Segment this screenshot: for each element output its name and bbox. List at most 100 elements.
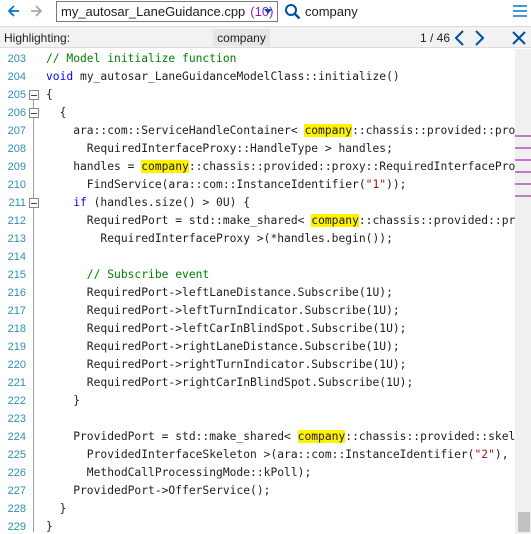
code-text: RequiredInterfaceProxy::HandleType > han… [46,142,393,155]
scrollbar-thumb[interactable] [518,512,530,532]
line-number: 205 [7,89,26,101]
code-text: RequiredPort->rightLaneDistance.Subscrib… [46,340,400,353]
code-text: } [46,520,53,533]
code-line: 213 RequiredInterfaceProxy >(*handles.be… [0,230,515,248]
line-number: 223 [7,413,26,425]
line-number: 208 [7,143,26,155]
arrow-right-icon [31,5,43,17]
line-number: 207 [7,125,26,137]
line-number: 219 [7,341,26,353]
code-line: 220 RequiredPort->rightTurnIndicator.Sub… [0,356,515,374]
line-number: 225 [7,449,26,461]
code-line: 229} [0,518,515,534]
code-text: } [46,502,67,515]
vertical-scrollbar[interactable] [515,49,531,534]
line-number: 217 [7,305,26,317]
line-number: 203 [7,53,26,65]
highlighting-label: Highlighting: [4,31,71,45]
code-text: RequiredPort = std::make_shared< company… [46,214,515,227]
code-line: 209 handles = company::chassis::provided… [0,158,515,176]
line-number: 222 [7,395,26,407]
code-text: RequiredPort->leftLaneDistance.Subscribe… [46,286,393,299]
match-marker [515,195,531,197]
match-marker [515,183,531,185]
code-line: 207 ara::com::ServiceHandleContainer< co… [0,122,515,140]
code-line: 225 ProvidedInterfaceSkeleton >(ara::com… [0,446,515,464]
line-number: 206 [7,107,26,119]
code-line: 227 ProvidedPort->OfferService(); [0,482,515,500]
code-text: RequiredPort->leftCarInBlindSpot.Subscri… [46,322,407,335]
line-number: 218 [7,323,26,335]
code-text: RequiredPort->leftTurnIndicator.Subscrib… [46,304,400,317]
search-input[interactable]: company [305,4,358,19]
code-text: ProvidedPort = std::make_shared< company… [46,430,515,443]
search-icon[interactable] [284,3,301,20]
code-line: 208 RequiredInterfaceProxy::HandleType >… [0,140,515,158]
next-match-icon[interactable] [472,29,486,47]
collapse-icon[interactable] [29,198,39,208]
highlight-term: company [213,29,270,46]
code-line: 212 RequiredPort = std::make_shared< com… [0,212,515,230]
line-number: 215 [7,269,26,281]
code-line: 222 } [0,392,515,410]
code-text: handles = company::chassis::provided::pr… [46,160,515,173]
previous-match-icon[interactable] [453,29,467,47]
hamburger-menu-icon[interactable] [512,4,528,18]
line-number: 221 [7,377,26,389]
code-line: 218 RequiredPort->leftCarInBlindSpot.Sub… [0,320,515,338]
code-line: 206 { [0,104,515,122]
code-text: if (handles.size() > 0U) { [73,196,251,209]
line-number: 220 [7,359,26,371]
line-number: 212 [7,215,26,227]
line-number: 214 [7,251,26,263]
code-text: // Subscribe event [46,268,210,281]
match-marker [515,159,531,161]
line-number: 224 [7,431,26,443]
collapse-icon[interactable] [29,90,39,100]
line-number: 209 [7,161,26,173]
code-line: 210 FindService(ara::com::InstanceIdenti… [0,176,515,194]
toolbar: my_autosar_LaneGuidance.cpp (10) company [0,0,531,24]
code-text: RequiredPort->rightCarInBlindSpot.Subscr… [46,376,414,389]
code-line: 204 void my_autosar_LaneGuidanceModelClas… [0,68,515,86]
line-number: 229 [7,521,26,533]
code-text: ProvidedInterfaceSkeleton >(ara::com::In… [46,448,509,461]
code-line: 217 RequiredPort->leftTurnIndicator.Subs… [0,302,515,320]
line-number: 226 [7,467,26,479]
code-line: 226 MethodCallProcessingMode::kPoll); [0,464,515,482]
arrow-left-icon [7,5,19,17]
code-view[interactable]: 203 // Model initialize function 204 void m… [0,49,515,534]
line-number: 210 [7,179,26,191]
code-line: 211 if (handles.size() > 0U) { [0,194,515,212]
forward-button[interactable] [28,2,46,20]
back-button[interactable] [4,2,22,20]
code-line: 214 [0,248,515,266]
code-line: 224 ProvidedPort = std::make_shared< com… [0,428,515,446]
chevron-down-icon [264,9,272,14]
code-text: // Model initialize function [46,52,237,65]
close-icon[interactable] [511,30,527,46]
code-line: 221 RequiredPort->rightCarInBlindSpot.Su… [0,374,515,392]
code-text: ara::com::ServiceHandleContainer< compan… [46,124,515,137]
line-number: 227 [7,485,26,497]
code-text: { [46,106,67,119]
collapse-icon[interactable] [29,108,39,118]
code-text: RequiredInterfaceProxy >(*handles.begin(… [46,232,393,245]
match-counter: 1 / 46 [420,31,451,45]
code-line: 203 // Model initialize function [0,50,515,68]
code-line: 216 RequiredPort->leftLaneDistance.Subsc… [0,284,515,302]
line-number: 204 [7,71,26,83]
code-text: { [46,88,53,101]
code-text: ProvidedPort->OfferService(); [46,484,271,497]
line-number: 216 [7,287,26,299]
code-line: 219 RequiredPort->rightLaneDistance.Subs… [0,338,515,356]
line-number: 228 [7,503,26,515]
code-line: 215 // Subscribe event [0,266,515,284]
code-text: } [46,394,81,407]
code-text: RequiredPort->rightTurnIndicator.Subscri… [46,358,407,371]
file-dropdown[interactable]: my_autosar_LaneGuidance.cpp (10) [56,1,278,22]
match-marker [515,147,531,149]
line-number: 213 [7,233,26,245]
match-marker [515,171,531,173]
code-line: 228 } [0,500,515,518]
